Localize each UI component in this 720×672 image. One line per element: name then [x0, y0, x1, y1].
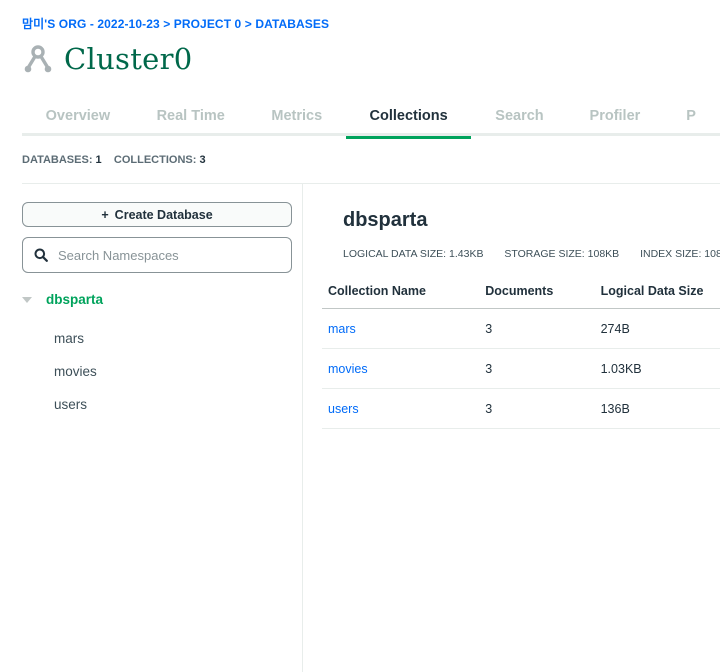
- sidebar-collection-mars[interactable]: mars: [54, 331, 84, 346]
- table-row: movies 3 1.03KB: [322, 349, 720, 389]
- logical-data-size: 1.03KB: [600, 361, 642, 376]
- sidebar-database-label: dbsparta: [46, 292, 104, 307]
- documents-count: 3: [485, 401, 493, 416]
- breadcrumb-separator: >: [241, 17, 256, 31]
- index-size-stat: INDEX SIZE: 108: [640, 248, 720, 260]
- column-header-collection-name[interactable]: Collection Name: [322, 284, 485, 298]
- plus-icon: +: [101, 207, 109, 222]
- tab-real-time[interactable]: Real Time: [134, 100, 248, 136]
- table-row: mars 3 274B: [322, 309, 720, 349]
- collections-table: Collection Name Documents Logical Data S…: [322, 284, 720, 429]
- tab-bar: Overview Real Time Metrics Collections S…: [22, 100, 720, 139]
- tab-search[interactable]: Search: [471, 100, 567, 136]
- tab-collections[interactable]: Collections: [345, 100, 472, 139]
- page-title: Cluster0: [64, 42, 193, 76]
- collections-count-label: COLLECTIONS:: [113, 154, 197, 166]
- breadcrumb-databases[interactable]: DATABASES: [255, 17, 329, 31]
- stat-label: STORAGE SIZE:: [504, 248, 585, 260]
- column-header-documents[interactable]: Documents: [485, 284, 600, 298]
- breadcrumb-org[interactable]: 맘미'S ORG - 2022-10-23: [22, 17, 160, 31]
- collection-link-movies[interactable]: movies: [322, 362, 485, 376]
- divider: [302, 183, 303, 672]
- tab-profiler[interactable]: Profiler: [568, 100, 662, 136]
- namespace-counts: DATABASES: 1 COLLECTIONS: 3: [22, 154, 206, 166]
- database-title: dbsparta: [343, 209, 428, 231]
- divider: [22, 183, 720, 184]
- create-database-button[interactable]: + Create Database: [22, 202, 292, 227]
- stat-value: 108: [704, 248, 720, 260]
- collection-link-users[interactable]: users: [322, 402, 485, 416]
- search-input[interactable]: [58, 247, 268, 263]
- logical-data-size-stat: LOGICAL DATA SIZE: 1.43KB: [343, 248, 483, 260]
- cluster-icon: [22, 43, 54, 75]
- documents-count: 3: [485, 321, 493, 336]
- table-header-row: Collection Name Documents Logical Data S…: [322, 284, 720, 309]
- breadcrumb-project[interactable]: PROJECT 0: [174, 17, 242, 31]
- databases-count-label: DATABASES:: [22, 154, 93, 166]
- sidebar-database-dbsparta[interactable]: dbsparta: [22, 292, 103, 307]
- stat-label: INDEX SIZE:: [640, 248, 702, 260]
- search-namespaces-field[interactable]: [22, 237, 292, 273]
- create-database-label: Create Database: [114, 207, 213, 222]
- stat-value: 1.43KB: [449, 248, 484, 260]
- cluster-header: Cluster0: [22, 42, 193, 76]
- breadcrumb: 맘미'S ORG - 2022-10-23 > PROJECT 0 > DATA…: [22, 15, 329, 32]
- sidebar-collection-movies[interactable]: movies: [54, 364, 97, 379]
- collections-count-value: 3: [199, 154, 206, 166]
- stat-value: 108KB: [587, 248, 620, 260]
- databases-count-value: 1: [95, 154, 102, 166]
- breadcrumb-separator: >: [159, 17, 174, 31]
- collection-link-mars[interactable]: mars: [322, 322, 485, 336]
- stat-label: LOGICAL DATA SIZE:: [343, 248, 447, 260]
- documents-count: 3: [485, 361, 493, 376]
- storage-size-stat: STORAGE SIZE: 108KB: [504, 248, 619, 260]
- tab-performance-advisor[interactable]: P: [662, 100, 720, 136]
- tab-overview[interactable]: Overview: [22, 100, 134, 136]
- table-row: users 3 136B: [322, 389, 720, 429]
- caret-down-icon[interactable]: [22, 297, 32, 303]
- database-stats: LOGICAL DATA SIZE: 1.43KB STORAGE SIZE: …: [343, 248, 720, 260]
- column-header-logical-data-size[interactable]: Logical Data Size: [601, 284, 720, 298]
- sidebar-collection-users[interactable]: users: [54, 397, 87, 412]
- tab-metrics[interactable]: Metrics: [248, 100, 346, 136]
- logical-data-size: 136B: [600, 401, 630, 416]
- search-icon: [34, 248, 48, 262]
- logical-data-size: 274B: [600, 321, 630, 336]
